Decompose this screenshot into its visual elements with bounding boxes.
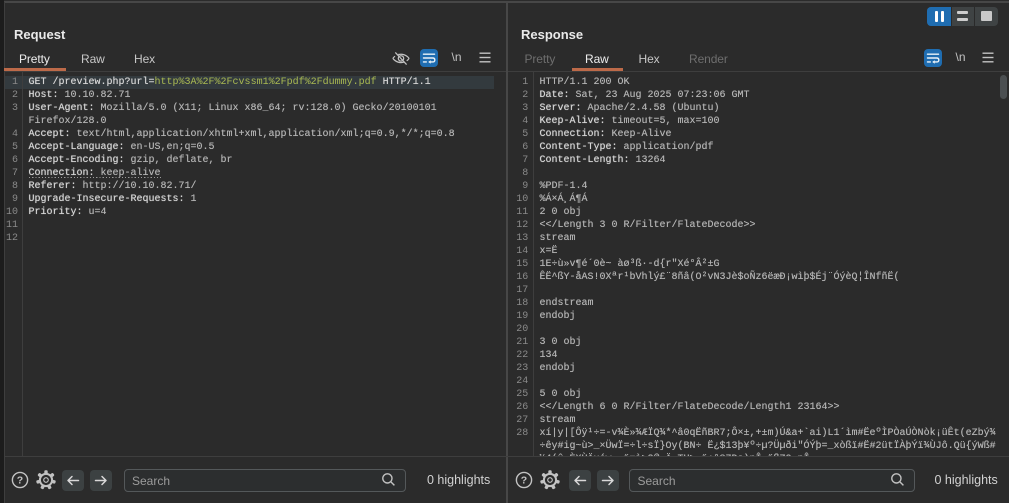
svg-text:?: ? <box>17 475 23 487</box>
svg-text:?: ? <box>521 475 527 487</box>
